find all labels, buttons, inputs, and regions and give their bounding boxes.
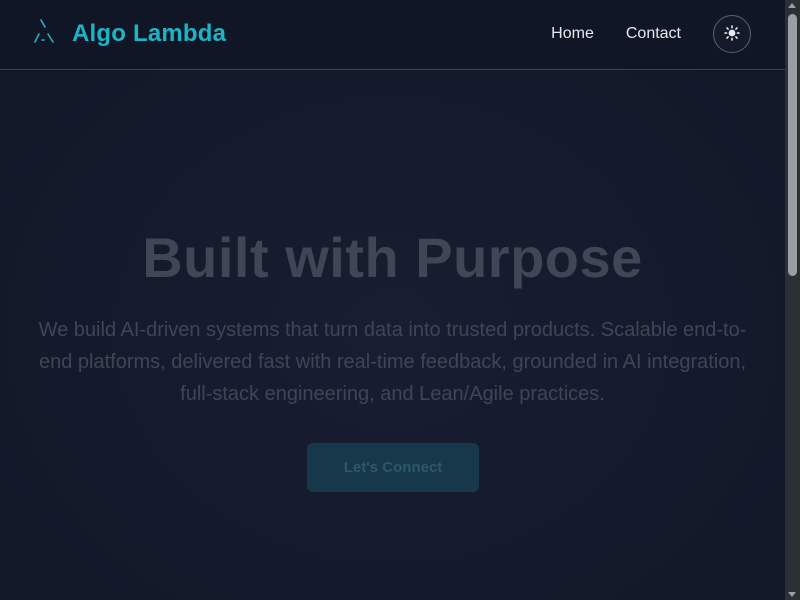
lets-connect-button[interactable]: Let's Connect [307, 443, 479, 492]
scroll-up-arrow-icon[interactable] [788, 3, 796, 8]
brand-name: Algo Lambda [72, 20, 227, 47]
hero-title: Built with Purpose [142, 226, 643, 289]
lambda-logo-icon [32, 18, 72, 51]
theme-toggle-button[interactable] [713, 15, 751, 53]
scroll-down-arrow-icon[interactable] [788, 592, 796, 597]
nav-link-home[interactable]: Home [551, 24, 594, 44]
navbar: Algo Lambda Home Contact [0, 0, 785, 70]
page: Algo Lambda Home Contact Built with Purp… [0, 0, 785, 600]
scrollbar-thumb[interactable] [788, 14, 797, 276]
page-scrollbar[interactable] [785, 0, 800, 600]
sun-icon [724, 24, 740, 44]
hero-description: We build AI-driven systems that turn dat… [38, 319, 747, 405]
brand-link[interactable]: Algo Lambda [32, 18, 227, 51]
nav-link-contact[interactable]: Contact [626, 24, 681, 44]
hero-section: Built with Purpose We build AI-driven sy… [0, 71, 785, 600]
main-nav: Home Contact [551, 24, 681, 44]
